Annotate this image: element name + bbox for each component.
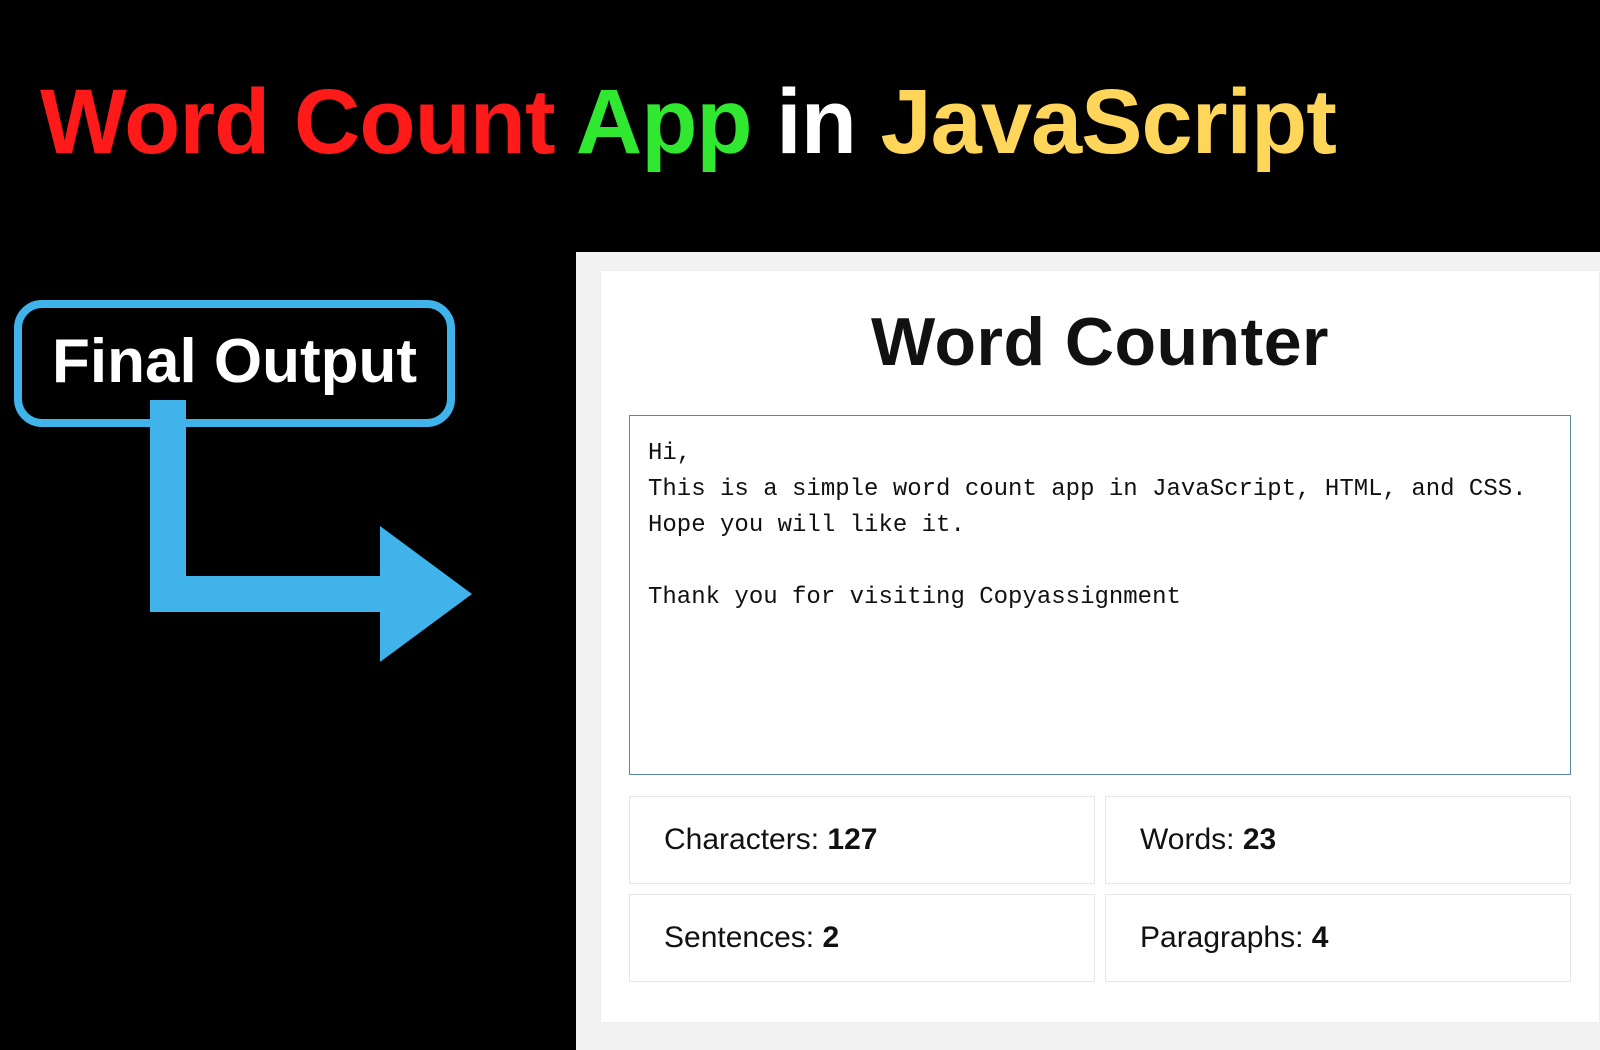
app-heading: Word Counter	[629, 303, 1571, 381]
final-output-label: Final Output	[52, 327, 417, 396]
stat-characters-label: Characters:	[664, 823, 827, 856]
title-part-3: in	[776, 71, 856, 173]
stat-words-value: 23	[1243, 823, 1276, 856]
stat-sentences-label: Sentences:	[664, 921, 822, 954]
stat-words: Words: 23	[1105, 796, 1571, 884]
app-card: Word Counter Characters: 127 Words: 23 S…	[600, 270, 1600, 1023]
stat-paragraphs: Paragraphs: 4	[1105, 894, 1571, 982]
stat-sentences-value: 2	[822, 921, 839, 954]
stat-paragraphs-value: 4	[1312, 921, 1329, 954]
arrow-icon	[150, 400, 470, 660]
stat-characters: Characters: 127	[629, 796, 1095, 884]
stat-sentences: Sentences: 2	[629, 894, 1095, 982]
title-part-2: App	[576, 71, 752, 173]
stat-paragraphs-label: Paragraphs:	[1140, 921, 1312, 954]
page-title: Word Count App in JavaScript	[0, 0, 1600, 195]
title-part-1: Word Count	[40, 71, 555, 173]
stats-grid: Characters: 127 Words: 23 Sentences: 2 P…	[629, 796, 1571, 982]
app-panel: Word Counter Characters: 127 Words: 23 S…	[576, 252, 1600, 1050]
stat-characters-value: 127	[827, 823, 877, 856]
text-input[interactable]	[629, 415, 1571, 775]
title-part-4: JavaScript	[881, 71, 1336, 173]
stat-words-label: Words:	[1140, 823, 1243, 856]
